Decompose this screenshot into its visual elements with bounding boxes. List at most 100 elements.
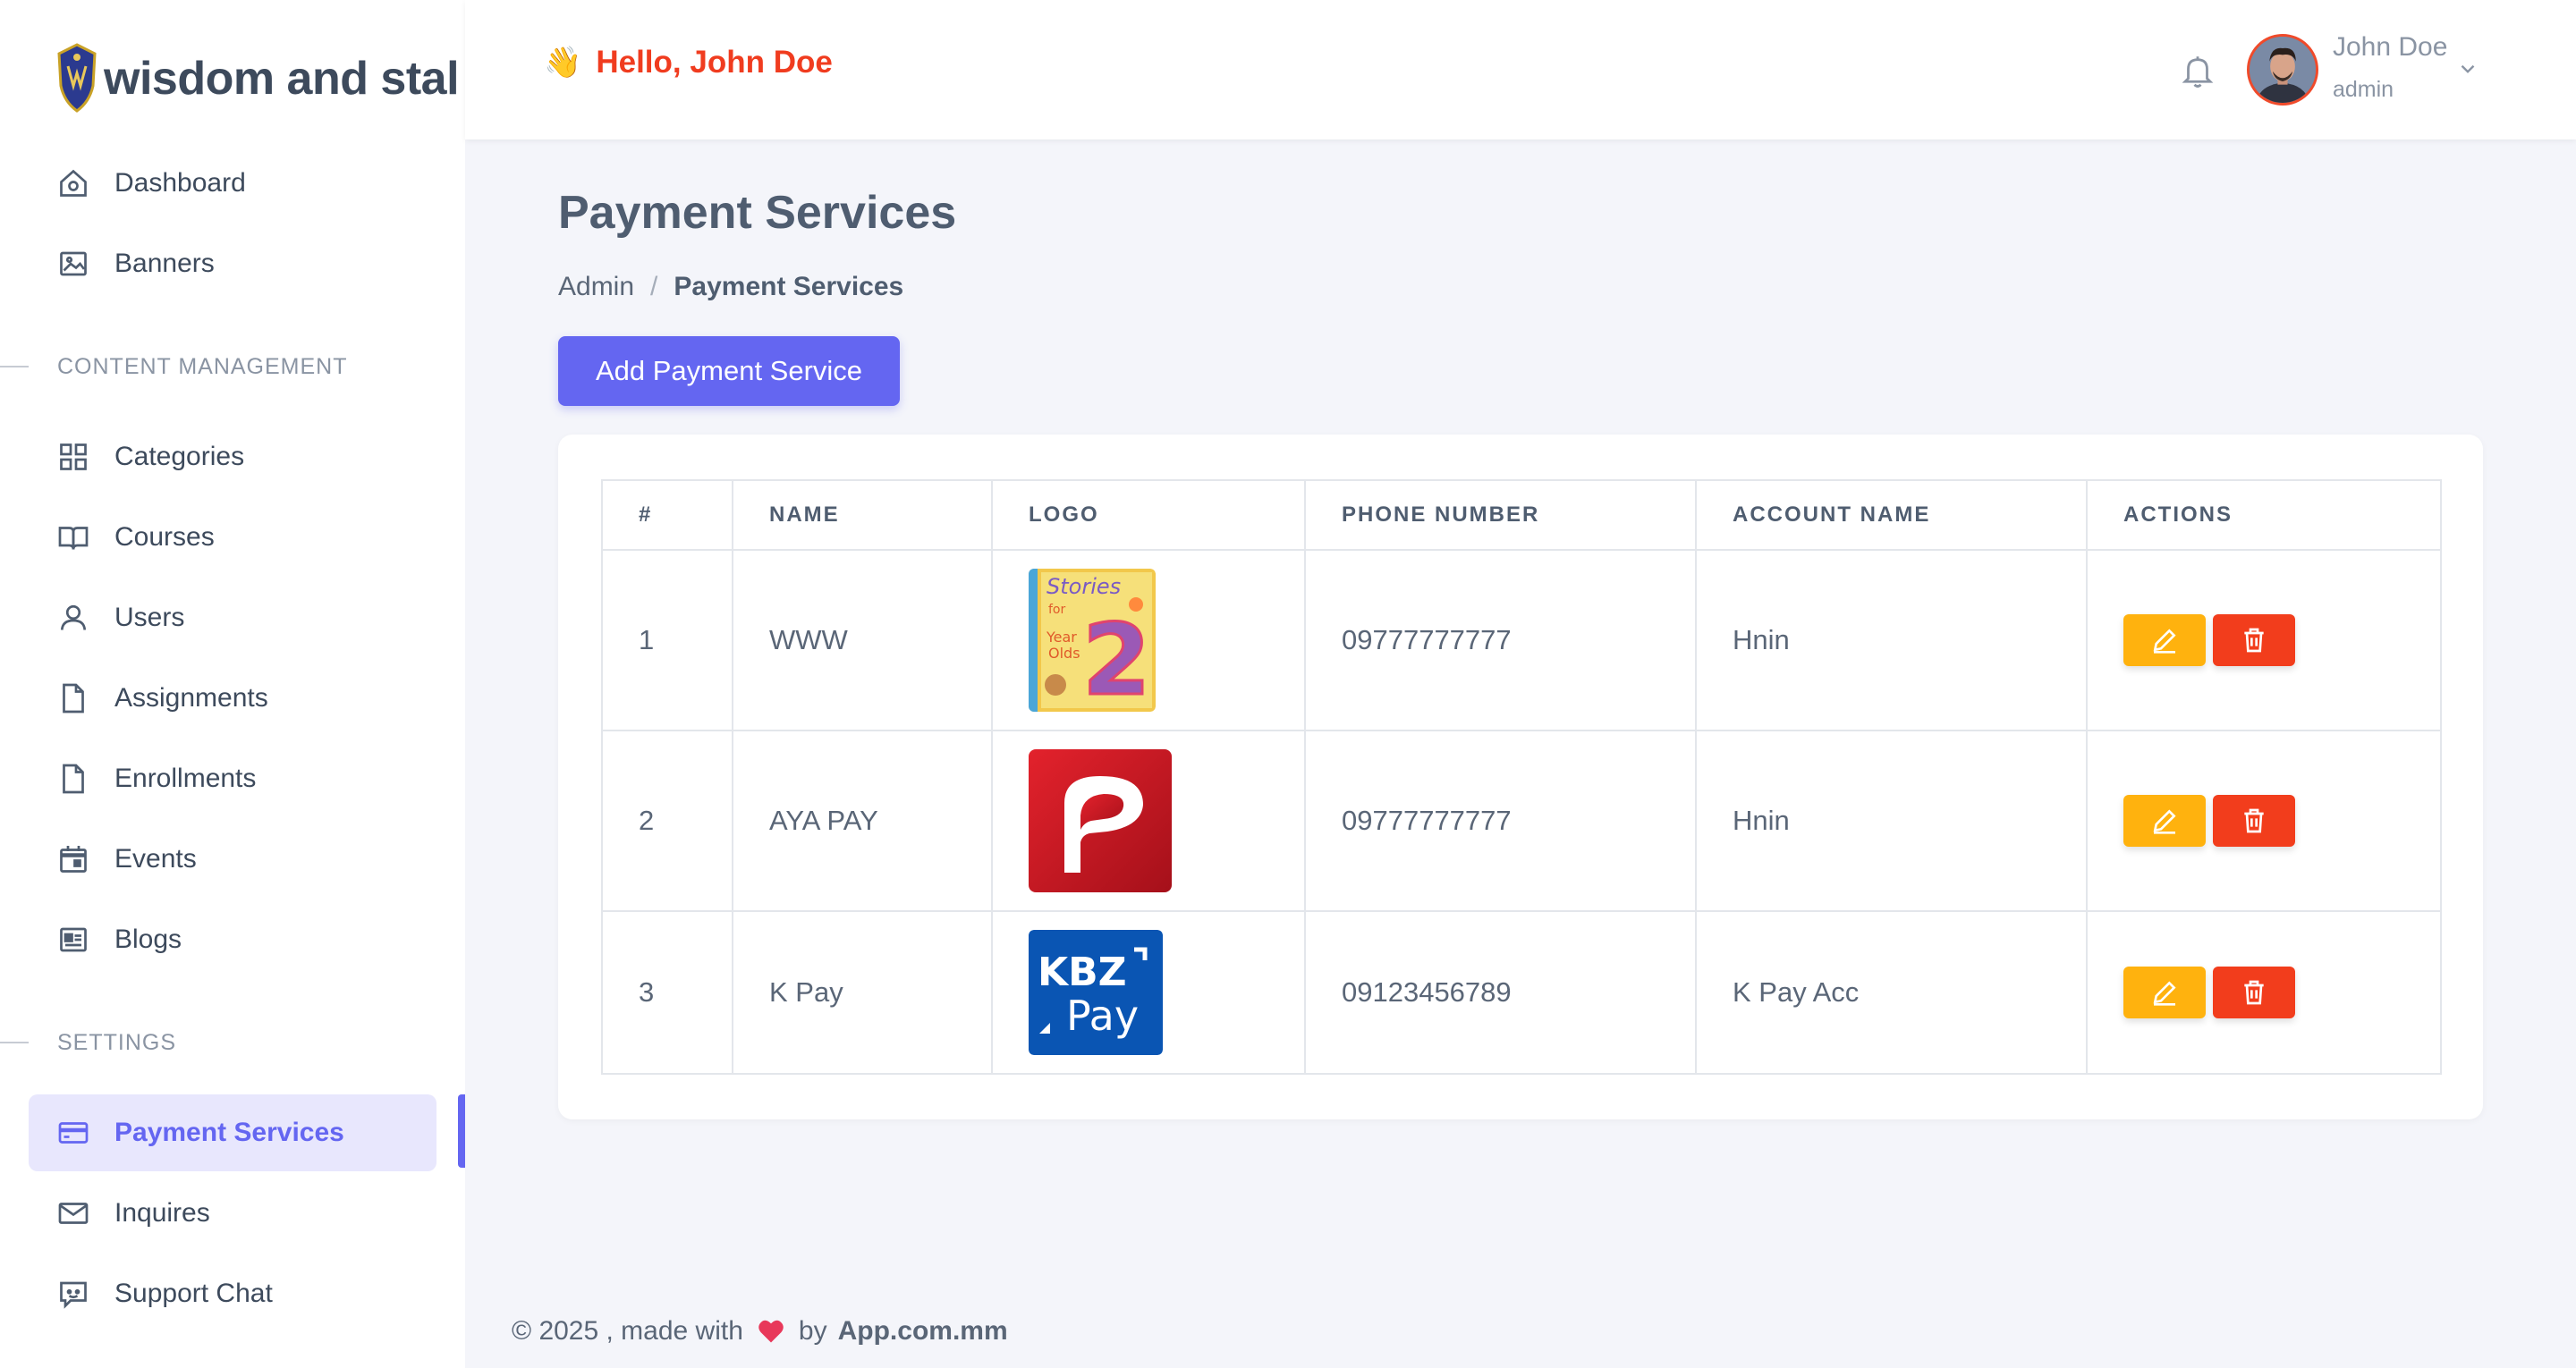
sidebar-item-events[interactable]: Events bbox=[29, 821, 436, 898]
aya-pay-logo bbox=[1029, 749, 1172, 892]
table-header-row: # NAME LOGO PHONE NUMBER ACCOUNT NAME AC… bbox=[601, 479, 2442, 551]
calendar-icon bbox=[57, 843, 89, 875]
credit-card-icon bbox=[57, 1117, 89, 1149]
greeting: 👋 Hello, John Doe bbox=[544, 45, 833, 80]
row-account: Hnin bbox=[1695, 730, 2088, 912]
brand-shield-logo bbox=[57, 43, 97, 113]
home-icon bbox=[57, 167, 89, 199]
table-row: 3 K Pay KBZ Pay 09123456789 K Pay Acc bbox=[601, 910, 2442, 1075]
row-actions bbox=[2086, 730, 2442, 912]
row-phone: 09123456789 bbox=[1304, 910, 1697, 1075]
user-role: admin bbox=[2333, 77, 2394, 102]
row-logo: Stories for Year Olds 2 bbox=[991, 549, 1306, 731]
heart-icon bbox=[758, 1320, 784, 1343]
breadcrumb-separator: / bbox=[650, 272, 658, 301]
document-icon bbox=[57, 763, 89, 795]
sidebar-item-courses[interactable]: Courses bbox=[29, 499, 436, 576]
sidebar-item-label: Support Chat bbox=[114, 1279, 273, 1308]
trash-icon bbox=[2244, 628, 2264, 653]
svg-text:2: 2 bbox=[1082, 603, 1151, 712]
svg-text:KBZ: KBZ bbox=[1038, 950, 1127, 995]
delete-button[interactable] bbox=[2213, 967, 2295, 1018]
svg-text:for: for bbox=[1048, 603, 1065, 617]
trash-icon bbox=[2244, 980, 2264, 1005]
greeting-text: Hello, John Doe bbox=[596, 45, 833, 80]
column-header-account: ACCOUNT NAME bbox=[1695, 479, 2088, 551]
footer-brand-link[interactable]: App.com.mm bbox=[838, 1316, 1008, 1347]
topbar: 👋 Hello, John Doe John Doe admin bbox=[465, 0, 2576, 139]
row-name: WWW bbox=[732, 549, 993, 731]
user-name: John Doe bbox=[2333, 32, 2448, 62]
divider bbox=[0, 1042, 29, 1043]
user-photo bbox=[2250, 37, 2316, 103]
wave-icon: 👋 bbox=[544, 46, 582, 80]
column-header-number: # bbox=[601, 479, 733, 551]
sidebar-item-banners[interactable]: Banners bbox=[29, 225, 436, 302]
document-icon bbox=[57, 682, 89, 714]
image-icon bbox=[57, 248, 89, 280]
delete-button[interactable] bbox=[2213, 614, 2295, 666]
page-title: Payment Services bbox=[558, 187, 957, 239]
brand[interactable]: wisdom and stal bbox=[54, 36, 465, 122]
row-number: 2 bbox=[601, 730, 733, 912]
action-group bbox=[2123, 967, 2440, 1018]
row-account: Hnin bbox=[1695, 549, 2088, 731]
book-icon bbox=[57, 521, 89, 553]
edit-button[interactable] bbox=[2123, 614, 2206, 666]
row-name: AYA PAY bbox=[732, 730, 993, 912]
kbz-pay-logo: KBZ Pay bbox=[1029, 930, 1163, 1055]
newspaper-icon bbox=[57, 924, 89, 956]
stories-book-logo: Stories for Year Olds 2 bbox=[1029, 569, 1156, 712]
grid-icon bbox=[57, 441, 89, 473]
sidebar-item-support-chat[interactable]: Support Chat bbox=[29, 1255, 436, 1332]
pencil-icon bbox=[2153, 809, 2176, 834]
row-actions bbox=[2086, 910, 2442, 1075]
sidebar-item-dashboard[interactable]: Dashboard bbox=[29, 145, 436, 222]
edit-button[interactable] bbox=[2123, 795, 2206, 847]
sidebar-item-blogs[interactable]: Blogs bbox=[29, 901, 436, 978]
action-group bbox=[2123, 795, 2440, 847]
sidebar-item-label: Banners bbox=[114, 249, 215, 278]
row-actions bbox=[2086, 549, 2442, 731]
row-phone: 09777777777 bbox=[1304, 549, 1697, 731]
section-header-settings: SETTINGS bbox=[0, 1025, 465, 1060]
section-header-content: CONTENT MANAGEMENT bbox=[0, 349, 465, 384]
sidebar-item-label: Events bbox=[114, 844, 197, 874]
delete-button[interactable] bbox=[2213, 795, 2295, 847]
row-logo: KBZ Pay bbox=[991, 910, 1306, 1075]
sidebar-item-categories[interactable]: Categories bbox=[29, 418, 436, 495]
footer-text: © 2025 , made with bbox=[512, 1316, 743, 1346]
avatar[interactable] bbox=[2247, 34, 2318, 106]
pencil-icon bbox=[2153, 629, 2176, 654]
breadcrumb: Admin / Payment Services bbox=[558, 272, 903, 302]
sidebar: wisdom and stal Dashboard Banners CONTEN… bbox=[0, 0, 465, 1368]
sidebar-item-users[interactable]: Users bbox=[29, 579, 436, 656]
row-phone: 09777777777 bbox=[1304, 730, 1697, 912]
payment-services-table: # NAME LOGO PHONE NUMBER ACCOUNT NAME AC… bbox=[601, 479, 2442, 1075]
breadcrumb-admin[interactable]: Admin bbox=[558, 272, 634, 302]
edit-button[interactable] bbox=[2123, 967, 2206, 1018]
section-title: CONTENT MANAGEMENT bbox=[57, 353, 348, 379]
column-header-name: NAME bbox=[732, 479, 993, 551]
column-header-actions: ACTIONS bbox=[2086, 479, 2442, 551]
sidebar-item-label: Dashboard bbox=[114, 168, 246, 198]
sidebar-item-label: Categories bbox=[114, 442, 245, 471]
add-payment-service-button[interactable]: Add Payment Service bbox=[558, 336, 900, 406]
pencil-icon bbox=[2153, 981, 2176, 1006]
row-account: K Pay Acc bbox=[1695, 910, 2088, 1075]
action-group bbox=[2123, 614, 2440, 666]
sidebar-item-inquires[interactable]: Inquires bbox=[29, 1175, 436, 1252]
sidebar-item-assignments[interactable]: Assignments bbox=[29, 660, 436, 737]
table-row: 2 AYA PAY 09777777777 Hnin bbox=[601, 730, 2442, 912]
chevron-down-icon[interactable] bbox=[2456, 57, 2479, 80]
sidebar-item-enrollments[interactable]: Enrollments bbox=[29, 740, 436, 817]
breadcrumb-current: Payment Services bbox=[674, 272, 904, 301]
sidebar-item-payment-services[interactable]: Payment Services bbox=[29, 1094, 436, 1171]
sidebar-item-label: Courses bbox=[114, 522, 215, 552]
column-header-phone: PHONE NUMBER bbox=[1304, 479, 1697, 551]
bell-icon[interactable] bbox=[2179, 52, 2216, 89]
mail-icon bbox=[57, 1197, 89, 1229]
section-title: SETTINGS bbox=[57, 1029, 177, 1055]
sidebar-item-label: Blogs bbox=[114, 925, 182, 954]
table-row: 1 WWW Stories for Year Olds 2 0977777777… bbox=[601, 549, 2442, 731]
